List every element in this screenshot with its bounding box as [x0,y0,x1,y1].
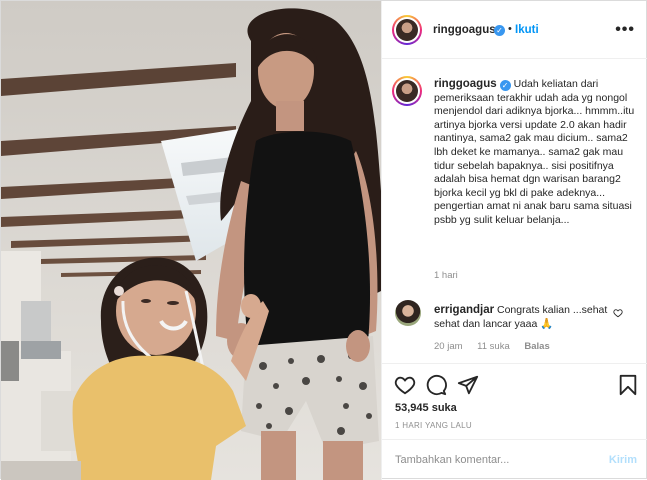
comment-like-heart-icon[interactable] [613,308,623,318]
comment-meta: 20 jam 11 suka Balas [434,341,562,352]
photo-illustration [1,1,381,480]
caption-username[interactable]: ringgoagus [434,78,497,90]
caption-timestamp: 1 hari [434,270,458,281]
post-comment-button[interactable]: Kirim [609,454,637,466]
post-caption: ringgoagus ✓ Udah keliatan dari pemeriksaa… [434,78,637,228]
comment-likes[interactable]: 11 suka [477,341,510,352]
reply-button[interactable]: Balas [524,341,549,352]
bookmark-icon[interactable] [617,374,639,396]
comment-time: 20 jam [434,341,463,352]
likes-count[interactable]: 53,945 suka [395,402,457,414]
share-icon[interactable] [457,374,479,396]
instagram-post: ringgoagus ✓ • Ikuti ••• ringgoagus ✓ Udah… [0,0,647,480]
comment-username[interactable]: errigandjar [434,304,494,316]
post-header: ringgoagus ✓ • Ikuti ••• [382,1,647,59]
caption-verified-badge-icon: ✓ [499,80,511,91]
comment-input[interactable]: Tambahkan komentar... [395,454,509,466]
post-photo[interactable] [1,1,381,480]
caption-avatar[interactable] [392,76,422,106]
comment-item: errigandjar Congrats kalian ...sehat seh… [434,303,614,331]
verified-badge-icon: ✓ [494,25,505,36]
add-comment-bar: Tambahkan komentar... Kirim [382,439,647,480]
more-options-icon[interactable]: ••• [615,21,635,39]
heart-icon[interactable] [394,374,416,396]
comment-icon[interactable] [425,374,447,396]
post-date: 1 HARI YANG LALU [395,421,472,430]
comments-scroll-area[interactable]: ringgoagus ✓ Udah keliatan dari pemeriksaa… [382,60,647,363]
header-username[interactable]: ringgoagus [433,24,496,36]
comment-avatar[interactable] [395,300,421,326]
caption-text: Udah keliatan dari pemeriksaan terakhir … [434,78,635,226]
post-details-panel: ringgoagus ✓ • Ikuti ••• ringgoagus ✓ Udah… [381,1,647,480]
follow-button[interactable]: Ikuti [515,24,539,36]
separator-dot: • [508,23,512,35]
profile-avatar[interactable] [392,15,422,45]
